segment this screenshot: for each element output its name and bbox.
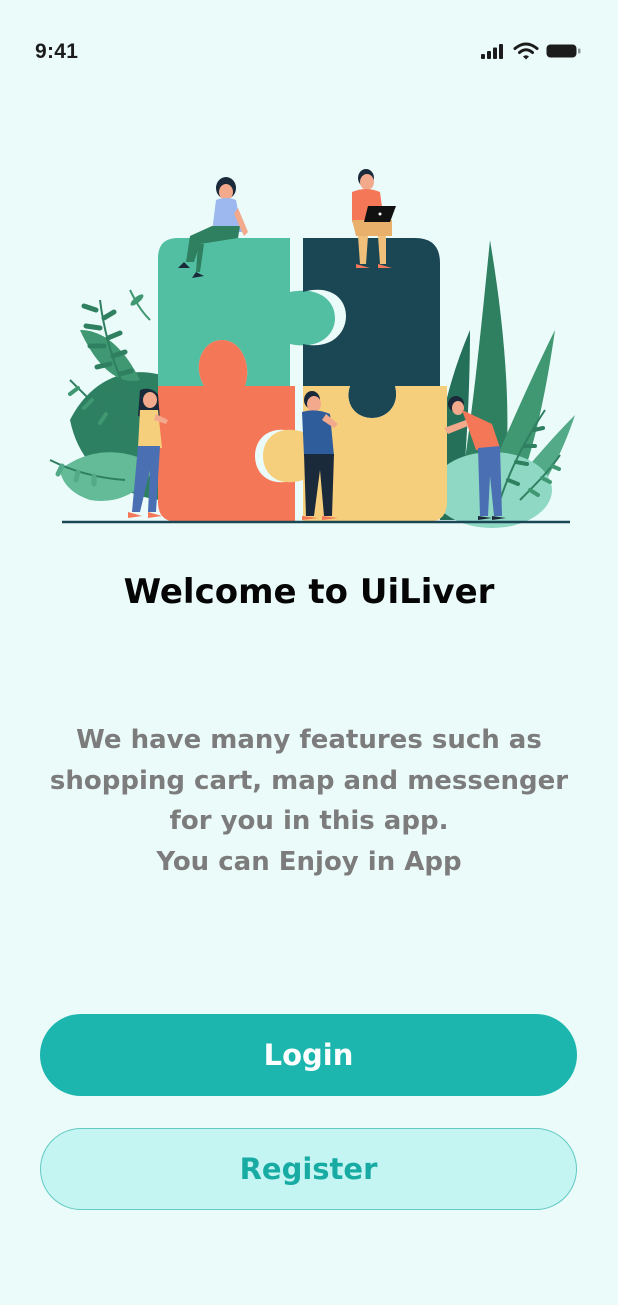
welcome-title: Welcome to UiLiver [123, 572, 495, 612]
login-button[interactable]: Login [40, 1014, 577, 1096]
hero-illustration [40, 160, 580, 535]
battery-icon [546, 44, 581, 58]
signal-icon [481, 44, 503, 59]
description-line: You can Enjoy in App [156, 846, 462, 877]
status-icons [480, 40, 585, 64]
status-bar: 9:41 [0, 0, 618, 100]
description-line: We have many features such as [76, 725, 542, 755]
description-line: shopping cart, map and messenger [49, 765, 569, 796]
register-button[interactable]: Register [40, 1128, 577, 1210]
status-time: 9:41 [35, 40, 79, 63]
description-line: for you in this app. [169, 806, 449, 836]
wifi-icon [513, 42, 539, 60]
welcome-description: We have many features such as shopping c… [30, 720, 588, 882]
